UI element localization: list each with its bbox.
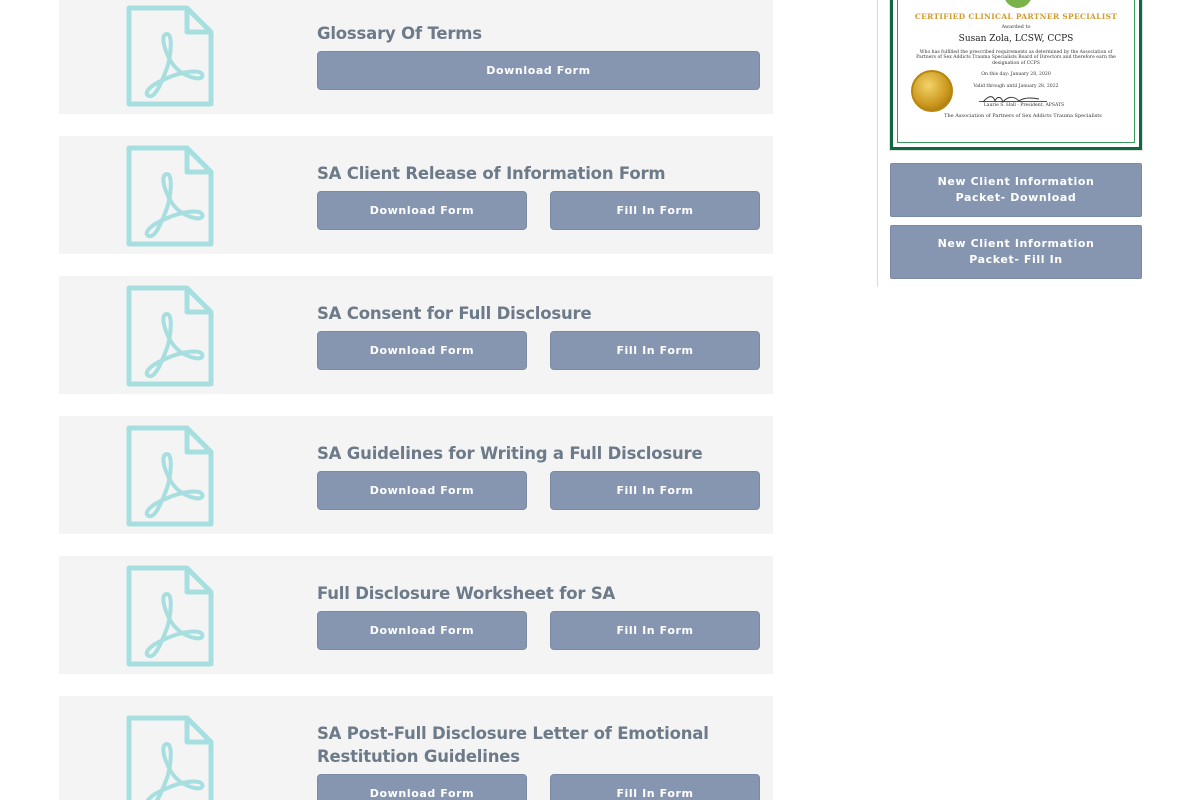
- form-card: Full Disclosure Worksheet for SA Downloa…: [59, 556, 773, 674]
- download-form-button[interactable]: Download Form: [317, 471, 527, 510]
- form-title: SA Guidelines for Writing a Full Disclos…: [317, 444, 703, 463]
- fill-in-form-button[interactable]: Fill In Form: [550, 471, 760, 510]
- pdf-document-icon: [125, 714, 215, 800]
- fill-in-form-button[interactable]: Fill In Form: [550, 774, 760, 800]
- form-title: Glossary Of Terms: [317, 24, 482, 43]
- packet-download-button[interactable]: New Client Information Packet- Download: [890, 163, 1142, 217]
- download-form-button[interactable]: Download Form: [317, 611, 527, 650]
- certificate-organization: The Association of Partners of Sex Addic…: [944, 113, 1102, 119]
- pdf-document-icon: [125, 424, 215, 528]
- pdf-document-icon: [125, 564, 215, 668]
- fill-in-form-button[interactable]: Fill In Form: [550, 331, 760, 370]
- download-form-button[interactable]: Download Form: [317, 51, 760, 90]
- download-form-button[interactable]: Download Form: [317, 774, 527, 800]
- form-card: SA Guidelines for Writing a Full Disclos…: [59, 416, 773, 534]
- form-title: Full Disclosure Worksheet for SA: [317, 584, 616, 603]
- certificate-signer: Laurie S. Hall · President, APSATS: [983, 103, 1065, 108]
- form-card: Glossary Of Terms Download Form: [59, 0, 773, 114]
- pdf-document-icon: [125, 4, 215, 108]
- download-form-button[interactable]: Download Form: [317, 191, 527, 230]
- form-title: SA Post-Full Disclosure Letter of Emotio…: [317, 724, 709, 766]
- certificate-valid-through: Valid through until January 28, 2022: [973, 84, 1059, 89]
- form-title: SA Client Release of Information Form: [317, 164, 666, 183]
- certificate-image: CERTIFIED CLINICAL PARTNER SPECIALIST Aw…: [890, 0, 1142, 150]
- fill-in-form-button[interactable]: Fill In Form: [550, 191, 760, 230]
- form-card: SA Client Release of Information Form Do…: [59, 136, 773, 254]
- certificate-heading: CERTIFIED CLINICAL PARTNER SPECIALIST: [914, 12, 1118, 21]
- pdf-document-icon: [125, 144, 215, 248]
- packet-fill-in-button[interactable]: New Client Information Packet- Fill In: [890, 225, 1142, 279]
- pdf-document-icon: [125, 284, 215, 388]
- form-title: SA Consent for Full Disclosure: [317, 304, 592, 323]
- certificate-recipient: Susan Zola, LCSW, CCPS: [958, 34, 1074, 44]
- signature-icon: [979, 90, 1047, 103]
- form-card: SA Post-Full Disclosure Letter of Emotio…: [59, 696, 773, 800]
- fill-in-form-button[interactable]: Fill In Form: [550, 611, 760, 650]
- form-card: SA Consent for Full Disclosure Download …: [59, 276, 773, 394]
- certificate-body: Who has fulfilled the prescribed require…: [916, 50, 1116, 66]
- certificate-awarded-to: Awarded to: [1001, 24, 1031, 30]
- download-form-button[interactable]: Download Form: [317, 331, 527, 370]
